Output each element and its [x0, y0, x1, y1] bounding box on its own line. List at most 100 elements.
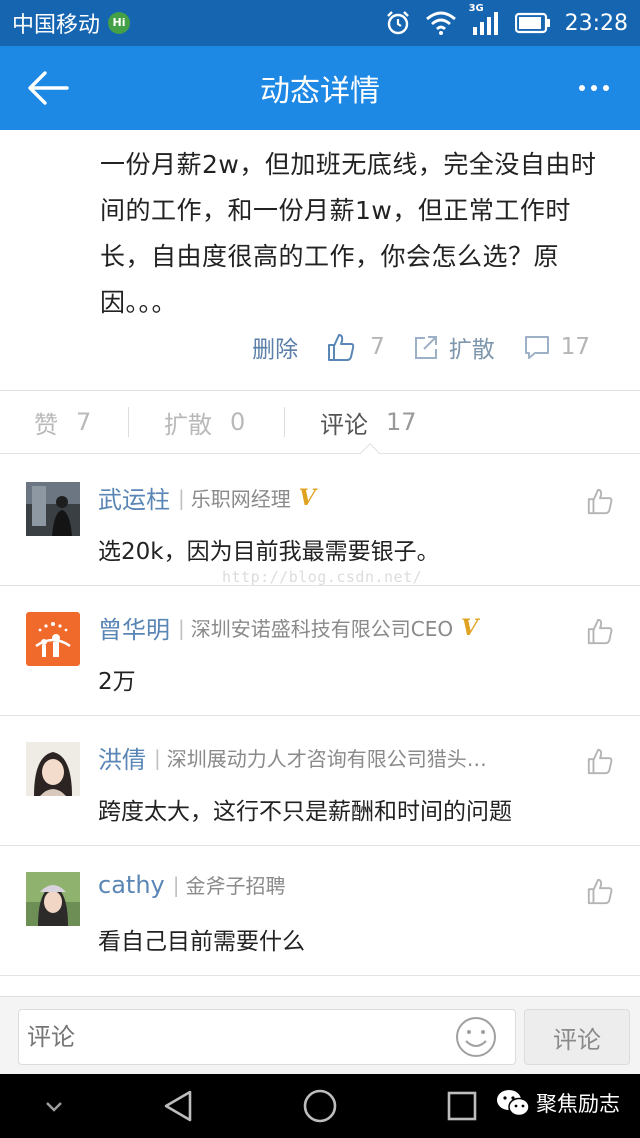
share-label: 扩散 [448, 337, 495, 363]
wifi-icon [425, 11, 457, 35]
comment-like-button[interactable] [586, 616, 614, 650]
comment-text: 2万 [98, 669, 136, 695]
network-type-label: 3G [468, 3, 484, 14]
tab-likes[interactable]: 赞 7 [34, 405, 91, 440]
delete-button[interactable]: 删除 [252, 330, 298, 364]
back-arrow-icon [28, 71, 69, 105]
thumbs-up-icon [587, 618, 613, 645]
back-triangle-icon [164, 1090, 192, 1122]
divider [0, 453, 640, 454]
more-dot-icon [591, 85, 597, 91]
nav-home-button[interactable] [290, 1074, 350, 1138]
tab-label: 扩散 [164, 410, 212, 439]
status-icons: 3G 23:28 [385, 3, 628, 36]
tab-count: 17 [386, 408, 417, 436]
avatar[interactable] [26, 872, 80, 926]
commenter-title: 深圳安诺盛科技有限公司CEO [190, 617, 454, 641]
tab-label: 评论 [320, 410, 368, 439]
more-options-button[interactable] [568, 66, 620, 110]
comment-header: 武运柱 | 乐职网经理 V [98, 480, 316, 515]
verified-icon: V [298, 484, 316, 511]
like-button[interactable]: 7 [326, 332, 385, 362]
comment-like-button[interactable] [586, 746, 614, 780]
comment-text: 跨度太大，这行不只是薪酬和时间的问题 [98, 799, 512, 825]
thumbs-up-icon [587, 488, 613, 515]
comment-header: 曾华明 | 深圳安诺盛科技有限公司CEO V [98, 610, 478, 645]
commenter-name[interactable]: 武运柱 [98, 480, 170, 515]
thumbs-up-icon [587, 878, 613, 905]
comment-item[interactable]: cathy | 金斧子招聘 看自己目前需要什么 [0, 846, 640, 976]
commenter-name[interactable]: cathy [98, 871, 165, 899]
tab-label: 赞 [34, 410, 58, 439]
battery-icon [514, 12, 551, 34]
avatar[interactable] [26, 612, 80, 666]
hd-voice-icon: Hi [108, 12, 131, 34]
avatar[interactable] [26, 742, 80, 796]
chevron-down-icon [46, 1102, 62, 1112]
title-bar: 动态详情 [0, 46, 640, 130]
carrier-label: 中国移动 [12, 13, 101, 38]
tab-separator [284, 407, 285, 437]
post-actions: 删除 7 扩散 17 [252, 330, 590, 364]
verified-icon: V [461, 614, 479, 641]
commenter-title: 深圳展动力人才咨询有限公司猎头… [166, 747, 487, 771]
brand-label: 聚焦励志 [536, 1092, 620, 1116]
comment-like-button[interactable] [586, 876, 614, 910]
share-icon [414, 336, 437, 359]
name-separator: | [178, 615, 185, 640]
alarm-icon [385, 10, 411, 36]
nav-recents-button[interactable] [432, 1074, 492, 1138]
detail-tabs: 赞 7 扩散 0 评论 17 [0, 391, 640, 453]
commenter-name[interactable]: 曾华明 [98, 610, 170, 645]
thumbs-up-icon [328, 334, 355, 361]
name-separator: | [154, 745, 161, 770]
comment-bubble-icon [524, 336, 549, 359]
emoji-button[interactable] [454, 1015, 498, 1059]
comment-item[interactable]: 武运柱 | 乐职网经理 V 选20k，因为目前我最需要银子。 [0, 456, 640, 586]
like-count: 7 [370, 334, 385, 360]
send-comment-button[interactable]: 评论 [524, 1009, 630, 1065]
tab-shares[interactable]: 扩散 0 [164, 405, 245, 440]
thumbs-up-icon [587, 748, 613, 775]
tab-count: 7 [76, 408, 92, 436]
home-circle-icon [303, 1089, 337, 1123]
name-separator: | [178, 485, 185, 510]
comment-header: cathy | 金斧子招聘 [98, 870, 285, 899]
clock: 23:28 [564, 10, 628, 36]
comment-count: 17 [560, 334, 590, 360]
divider [0, 975, 640, 976]
name-separator: | [172, 872, 180, 897]
nav-back-button[interactable] [148, 1074, 208, 1138]
signal-icon: 3G [469, 3, 501, 35]
hide-keyboard-button[interactable] [24, 1074, 84, 1138]
smiley-icon [456, 1017, 496, 1057]
recents-square-icon [447, 1091, 477, 1121]
system-navigation-bar: 聚焦励志 [0, 1074, 640, 1138]
comment-item[interactable]: 曾华明 | 深圳安诺盛科技有限公司CEO V 2万 [0, 586, 640, 716]
share-button[interactable]: 扩散 [413, 330, 495, 364]
back-button[interactable] [0, 46, 96, 130]
comment-button[interactable]: 17 [523, 334, 590, 360]
comment-text: 选20k，因为目前我最需要银子。 [98, 539, 440, 565]
tab-separator [128, 407, 129, 437]
comment-text: 看自己目前需要什么 [98, 929, 305, 955]
more-dot-icon [579, 85, 585, 91]
tab-comments[interactable]: 评论 17 [320, 405, 417, 440]
status-bar: 中国移动 Hi 3G 23:28 [0, 0, 640, 46]
comment-input[interactable] [18, 1009, 516, 1065]
comment-like-button[interactable] [586, 486, 614, 520]
page-title: 动态详情 [260, 74, 380, 109]
comment-header: 洪倩 | 深圳展动力人才咨询有限公司猎头… [98, 740, 487, 775]
watermark: http://blog.csdn.net/ [222, 568, 423, 586]
avatar[interactable] [26, 482, 80, 536]
wechat-icon [497, 1090, 530, 1117]
more-dot-icon [603, 85, 609, 91]
commenter-title: 金斧子招聘 [185, 874, 286, 898]
comment-item[interactable]: 洪倩 | 深圳展动力人才咨询有限公司猎头… 跨度太大，这行不只是薪酬和时间的问题 [0, 716, 640, 846]
commenter-title: 乐职网经理 [190, 487, 291, 511]
brand-watermark: 聚焦励志 [496, 1088, 620, 1118]
commenter-name[interactable]: 洪倩 [98, 740, 146, 775]
post-body: 一份月薪2w，但加班无底线，完全没自由时间的工作，和一份月薪1w，但正常工作时长… [100, 150, 597, 317]
tab-count: 0 [230, 408, 246, 436]
comment-input-bar: 评论 [0, 996, 640, 1074]
